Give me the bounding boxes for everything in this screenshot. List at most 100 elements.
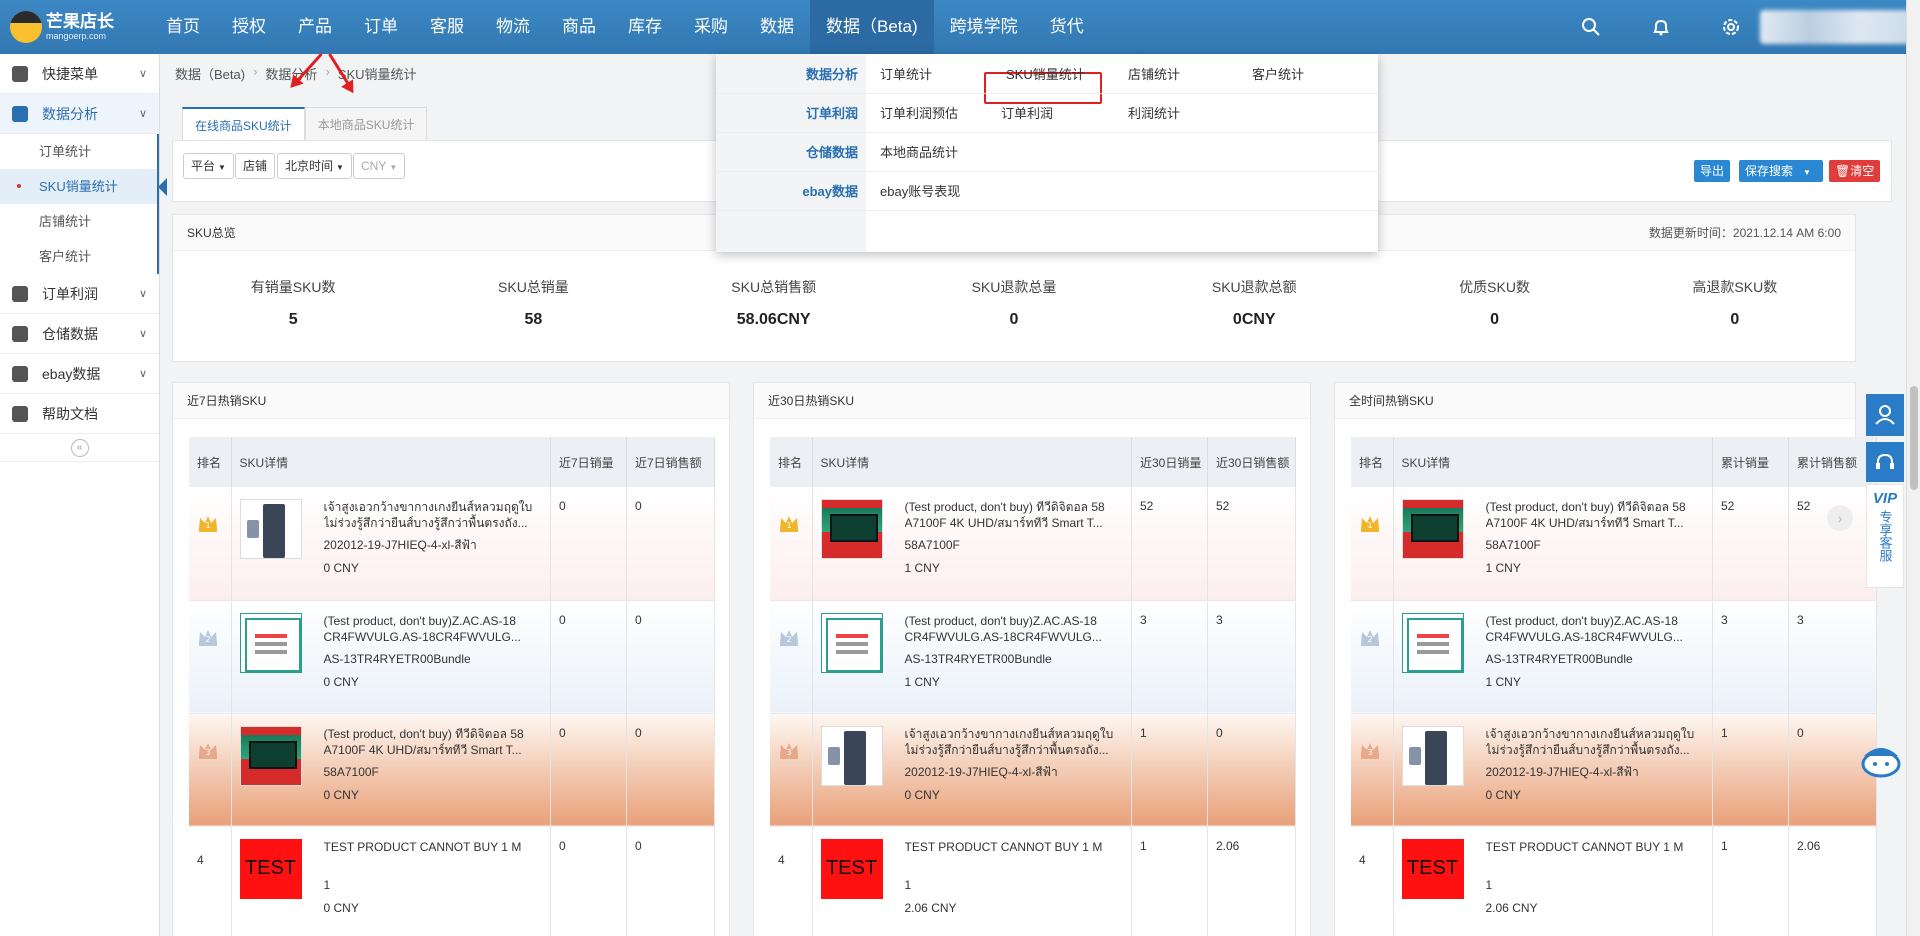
table-row[interactable]: 1 (Test product, don't buy) ทีวีดิจิตอล 5…	[770, 487, 1296, 601]
nav-item[interactable]: 授权	[216, 0, 282, 54]
nav-item[interactable]: 采购	[678, 0, 744, 54]
sidebar-item[interactable]: 店铺统计	[0, 204, 157, 239]
sidebar-item[interactable]: 客户统计	[0, 239, 157, 274]
sku-name[interactable]: (Test product, don't buy) ทีวีดิจิตอล 58…	[905, 499, 1124, 531]
currency-select[interactable]: CNY ▼	[353, 153, 406, 179]
next-arrow-button[interactable]: ›	[1827, 505, 1853, 531]
product-thumbnail[interactable]	[820, 612, 883, 673]
table-row[interactable]: 4 TEST TEST PRODUCT CANNOT BUY 1 M 1 2.06 CN…	[1351, 826, 1877, 936]
vip-service-button[interactable]: VIP 专享客服	[1866, 484, 1904, 588]
sidebar-group[interactable]: 数据分析 ∨	[0, 94, 159, 134]
dropdown-link[interactable]: 客户统计	[1252, 55, 1304, 94]
product-thumbnail[interactable]	[239, 725, 302, 786]
mascot-float-icon[interactable]	[1858, 740, 1904, 780]
table-row[interactable]: 1 (Test product, don't buy) ทีวีดิจิตอล 5…	[1351, 487, 1877, 601]
sku-name[interactable]: (Test product, don't buy)Z.AC.AS-18 CR4F…	[905, 613, 1124, 645]
tab-local-sku[interactable]: 本地商品SKU统计	[304, 107, 428, 141]
product-thumbnail[interactable]: TEST	[1401, 838, 1464, 899]
dropdown-link[interactable]: 订单统计	[880, 55, 932, 94]
table-row[interactable]: 2 (Test product, don't buy)Z.AC.AS-18 CR4…	[189, 600, 715, 714]
nav-item[interactable]: 物流	[480, 0, 546, 54]
nav-item[interactable]: 订单	[348, 0, 414, 54]
product-thumbnail[interactable]: TEST	[239, 838, 302, 899]
product-thumbnail[interactable]	[820, 725, 883, 786]
sku-name[interactable]: TEST PRODUCT CANNOT BUY 1 M	[1486, 839, 1684, 871]
shop-select[interactable]: 店铺	[235, 153, 276, 179]
table-row[interactable]: 3 เจ้าสูงเอวกว้างขากางเกงยีนส์หลวมฤดูใบไม…	[1351, 713, 1877, 827]
nav-item[interactable]: 跨境学院	[934, 0, 1034, 54]
sku-name[interactable]: (Test product, don't buy)Z.AC.AS-18 CR4F…	[324, 613, 543, 645]
sku-price: 0 CNY	[323, 900, 359, 915]
nav-item[interactable]: 数据	[744, 0, 810, 54]
table-row[interactable]: 2 (Test product, don't buy)Z.AC.AS-18 CR4…	[1351, 600, 1877, 714]
product-thumbnail[interactable]	[239, 612, 302, 673]
product-thumbnail[interactable]	[1401, 499, 1464, 559]
table-row[interactable]: 4 TEST TEST PRODUCT CANNOT BUY 1 M 1 0 CNY 0 0	[189, 826, 715, 936]
sidebar-submenu: 订单统计 SKU销量统计 店铺统计 客户统计	[0, 134, 167, 274]
nav-item[interactable]: 库存	[612, 0, 678, 54]
sidebar-group[interactable]: 快捷菜单 ∨	[0, 54, 159, 94]
breadcrumb-item[interactable]: 数据（Beta)	[175, 64, 245, 83]
product-thumbnail[interactable]: TEST	[820, 838, 883, 899]
nav-item[interactable]: 货代	[1034, 0, 1100, 54]
column-header: 排名	[189, 437, 232, 487]
sku-name[interactable]: TEST PRODUCT CANNOT BUY 1 M	[324, 839, 522, 871]
table-row[interactable]: 4 TEST TEST PRODUCT CANNOT BUY 1 M 1 2.06 CN…	[770, 826, 1296, 936]
product-thumbnail[interactable]	[1401, 725, 1464, 786]
nav-item[interactable]: 商品	[546, 0, 612, 54]
table-row[interactable]: 2 (Test product, don't buy)Z.AC.AS-18 CR4…	[770, 600, 1296, 714]
table-row[interactable]: 3 (Test product, don't buy) ทีวีดิจิตอล 5…	[189, 713, 715, 827]
dropdown-link[interactable]: 利润统计	[1128, 94, 1180, 133]
product-thumbnail[interactable]	[1401, 612, 1464, 673]
sidebar-group[interactable]: 帮助文档	[0, 394, 159, 434]
support-float-button[interactable]	[1866, 442, 1904, 482]
gear-icon[interactable]	[1720, 16, 1742, 38]
data-beta-dropdown-menu: 数据分析 订单统计 SKU销量统计 店铺统计 客户统计 订单利润 订单利润预估 订单利润 利润统…	[716, 54, 1378, 252]
sidebar-group[interactable]: ebay数据 ∨	[0, 354, 159, 394]
nav-item[interactable]: 首页	[150, 0, 216, 54]
clear-button[interactable]: 🗑清空	[1829, 160, 1881, 182]
sidebar-group[interactable]: 订单利润 ∨	[0, 274, 159, 314]
product-thumbnail[interactable]	[239, 499, 302, 559]
nav-item[interactable]: 数据（Beta)	[810, 0, 934, 54]
save-search-button[interactable]: 保存搜索 ▼	[1739, 160, 1823, 182]
dropdown-link[interactable]: ebay账号表现	[880, 172, 960, 211]
table-row[interactable]: 1 เจ้าสูงเอวกว้างขากางเกงยีนส์หลวมฤดูใบไม…	[189, 487, 715, 601]
page-scrollbar[interactable]	[1906, 0, 1920, 936]
sales-amount-cell: 0	[626, 487, 715, 601]
sku-name[interactable]: TEST PRODUCT CANNOT BUY 1 M	[905, 839, 1103, 871]
collapse-icon[interactable]: «	[70, 438, 89, 457]
export-button[interactable]: 导出	[1694, 160, 1731, 182]
sidebar-item[interactable]: 订单统计	[0, 134, 157, 169]
platform-select[interactable]: 平台 ▼	[183, 153, 234, 179]
timezone-select[interactable]: 北京时间 ▼	[277, 153, 352, 179]
contact-float-button[interactable]	[1866, 394, 1904, 436]
sidebar-group[interactable]: 仓储数据 ∨	[0, 314, 159, 354]
search-icon[interactable]	[1580, 16, 1602, 38]
dropdown-link[interactable]: SKU销量统计	[1006, 55, 1085, 94]
sku-code: 202012-19-J7HIEQ-4-xl-สีฟ้า	[1485, 764, 1639, 779]
sku-name[interactable]: (Test product, don't buy)Z.AC.AS-18 CR4F…	[1486, 613, 1705, 645]
vip-icon: VIP	[1872, 490, 1898, 507]
nav-item[interactable]: 客服	[414, 0, 480, 54]
sku-name[interactable]: (Test product, don't buy) ทีวีดิจิตอล 58…	[324, 726, 543, 758]
bell-icon[interactable]	[1650, 16, 1672, 38]
stat-label: 优质SKU数	[1459, 279, 1530, 295]
nav-item[interactable]: 产品	[282, 0, 348, 54]
dropdown-link[interactable]: 订单利润预估	[880, 94, 958, 133]
table-row[interactable]: 3 เจ้าสูงเอวกว้างขากางเกงยีนส์หลวมฤดูใบไม…	[770, 713, 1296, 827]
dropdown-link[interactable]: 本地商品统计	[880, 133, 958, 172]
tab-online-sku[interactable]: 在线商品SKU统计	[182, 107, 305, 141]
sidebar-item[interactable]: SKU销量统计	[0, 169, 167, 204]
dropdown-link[interactable]: 订单利润	[1001, 94, 1053, 133]
sku-name[interactable]: เจ้าสูงเอวกว้างขากางเกงยีนส์หลวมฤดูใบไม่…	[905, 726, 1124, 758]
stat-label: 有销量SKU数	[250, 279, 336, 295]
scrollbar-thumb[interactable]	[1910, 386, 1918, 490]
sku-name[interactable]: เจ้าสูงเอวกว้างขากางเกงยีนส์หลวมฤดูใบไม่…	[324, 499, 543, 531]
logo[interactable]: 芒果店长 mangoerp.com	[10, 6, 114, 48]
product-thumbnail[interactable]	[820, 499, 883, 559]
sku-name[interactable]: (Test product, don't buy) ทีวีดิจิตอล 58…	[1486, 499, 1705, 531]
sku-name[interactable]: เจ้าสูงเอวกว้างขากางเกงยีนส์หลวมฤดูใบไม่…	[1486, 726, 1705, 758]
user-avatar-blurred[interactable]	[1760, 10, 1910, 44]
dropdown-link[interactable]: 店铺统计	[1128, 55, 1180, 94]
